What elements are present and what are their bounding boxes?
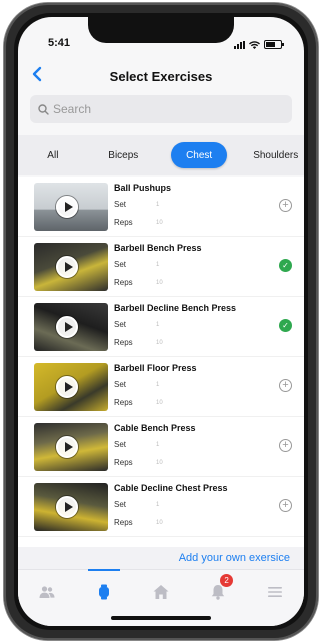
set-label: Set (114, 260, 127, 269)
status-time: 5:41 (48, 37, 71, 49)
add-own-exercise-bar: Add your own exersice (18, 547, 304, 569)
home-indicator (111, 616, 211, 620)
exercise-row[interactable]: Barbell Floor Press Set 1 Reps 10 + (18, 357, 304, 417)
plus-circle-icon: + (282, 199, 289, 211)
play-icon[interactable] (56, 256, 78, 278)
exercise-thumbnail[interactable] (34, 303, 108, 351)
reps-value: 10 (156, 400, 163, 406)
check-circle-icon: ✓ (282, 261, 289, 270)
reps-value: 10 (156, 340, 163, 346)
notch (88, 17, 234, 43)
play-icon[interactable] (56, 496, 78, 518)
reps-value: 10 (156, 520, 163, 526)
exercise-thumbnail[interactable] (34, 423, 108, 471)
set-value: 1 (156, 202, 160, 208)
exercise-row[interactable]: Cable Bench Press Set 1 Reps 10 + (18, 417, 304, 477)
add-exercise-button[interactable]: + (279, 499, 292, 512)
set-value: 1 (156, 262, 160, 268)
play-icon[interactable] (56, 436, 78, 458)
active-tab-indicator (87, 569, 120, 571)
set-label: Set (114, 380, 127, 389)
home-icon (153, 585, 169, 599)
play-icon[interactable] (56, 376, 78, 398)
exercise-name: Cable Decline Chest Press (114, 483, 228, 493)
reps-label: Reps (114, 218, 133, 227)
add-own-exercise-link[interactable]: Add your own exersice (179, 552, 290, 564)
plus-circle-icon: + (282, 439, 289, 451)
exercise-list: Ball Pushups Set 1 Reps 10 + Barbell Ben… (18, 177, 304, 547)
exercise-row[interactable]: Cable Decline Chest Press Set 1 Reps 10 … (18, 477, 304, 537)
tabbar-notifications[interactable]: 2 (198, 574, 238, 604)
signal-icon (234, 40, 245, 49)
reps-label: Reps (114, 458, 133, 467)
exercise-name: Barbell Decline Bench Press (114, 303, 237, 313)
search-input[interactable] (53, 102, 273, 116)
people-icon (39, 586, 55, 598)
exercise-thumbnail[interactable] (34, 243, 108, 291)
check-circle-icon: ✓ (282, 321, 289, 330)
add-exercise-button[interactable]: + (279, 199, 292, 212)
reps-value: 10 (156, 460, 163, 466)
exercise-name: Cable Bench Press (114, 423, 196, 433)
phone-frame: 5:41 Select Exercises Search All Biceps … (4, 3, 318, 640)
play-icon[interactable] (56, 316, 78, 338)
reps-value: 10 (156, 280, 163, 286)
plus-circle-icon: + (282, 379, 289, 391)
reps-label: Reps (114, 278, 133, 287)
watch-icon (98, 584, 109, 600)
set-value: 1 (156, 382, 160, 388)
app-screen: 5:41 Select Exercises Search All Biceps … (18, 17, 304, 626)
tabbar-workout[interactable] (84, 569, 124, 604)
reps-label: Reps (114, 338, 133, 347)
set-label: Set (114, 200, 127, 209)
exercise-name: Ball Pushups (114, 183, 172, 193)
play-icon[interactable] (56, 196, 78, 218)
search-bar[interactable] (30, 95, 292, 123)
selected-exercise-button[interactable]: ✓ (279, 319, 292, 332)
exercise-thumbnail[interactable] (34, 183, 108, 231)
exercise-thumbnail[interactable] (34, 363, 108, 411)
set-label: Set (114, 320, 127, 329)
reps-label: Reps (114, 518, 133, 527)
category-tabs: All Biceps Chest Shoulders (18, 135, 304, 175)
tabbar-menu[interactable] (255, 580, 295, 604)
nav-header: Select Exercises (18, 61, 304, 91)
back-button[interactable] (32, 65, 42, 88)
set-label: Set (114, 440, 127, 449)
status-icons (234, 40, 284, 49)
exercise-row[interactable]: Barbell Decline Bench Press Set 1 Reps 1… (18, 297, 304, 357)
tabbar-people[interactable] (27, 580, 67, 604)
page-title: Select Exercises (109, 68, 213, 84)
tab-biceps[interactable]: Biceps (100, 142, 147, 168)
battery-icon (264, 40, 284, 49)
tab-shoulders[interactable]: Shoulders (247, 142, 304, 168)
exercise-thumbnail[interactable] (34, 483, 108, 531)
search-icon (38, 103, 49, 115)
exercise-name: Barbell Bench Press (114, 243, 202, 253)
reps-value: 10 (156, 220, 163, 226)
tab-chest[interactable]: Chest (170, 142, 228, 168)
plus-circle-icon: + (282, 499, 289, 511)
selected-exercise-button[interactable]: ✓ (279, 259, 292, 272)
add-exercise-button[interactable]: + (279, 379, 292, 392)
exercise-name: Barbell Floor Press (114, 363, 197, 373)
add-exercise-button[interactable]: + (279, 439, 292, 452)
reps-label: Reps (114, 398, 133, 407)
chevron-left-icon (32, 66, 42, 82)
tabbar-home[interactable] (141, 580, 181, 604)
set-label: Set (114, 500, 127, 509)
wifi-icon (249, 40, 260, 49)
menu-icon (268, 587, 283, 597)
notification-badge: 2 (220, 574, 234, 587)
exercise-row[interactable]: Barbell Bench Press Set 1 Reps 10 ✓ (18, 237, 304, 297)
set-value: 1 (156, 502, 160, 508)
tab-all[interactable]: All (34, 142, 72, 168)
set-value: 1 (156, 442, 160, 448)
exercise-row[interactable]: Ball Pushups Set 1 Reps 10 + (18, 177, 304, 237)
set-value: 1 (156, 322, 160, 328)
